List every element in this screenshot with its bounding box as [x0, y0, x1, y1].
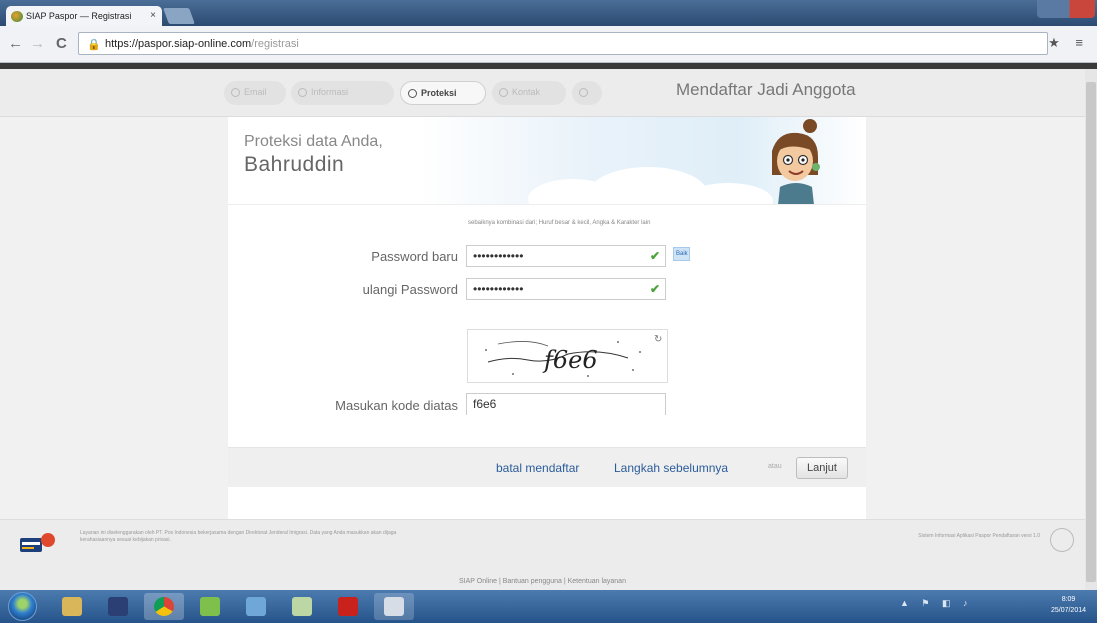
clock-time: 8:09 — [1061, 596, 1076, 603]
captcha-text: f6e6 — [542, 346, 598, 374]
registration-stepper: Email Informasi Proteksi Kontak Mendafta… — [0, 69, 1085, 117]
footer-links[interactable]: SIAP Online | Bantuan pengguna | Ketentu… — [0, 578, 1085, 585]
step-informasi: Informasi — [291, 81, 394, 105]
taskbar-chrome[interactable] — [144, 593, 184, 620]
seal-icon — [1050, 528, 1074, 552]
step-kontak: Kontak — [492, 81, 566, 105]
mascot-avatar — [772, 119, 820, 204]
user-name: Bahruddin — [244, 153, 345, 176]
taskbar-app-blue[interactable] — [236, 593, 276, 620]
taskbar-explorer[interactable] — [52, 593, 92, 620]
confirm-valid-check-icon: ✔ — [650, 282, 661, 296]
scrollbar-thumb[interactable] — [1086, 82, 1096, 582]
next-button[interactable]: Lanjut — [796, 457, 848, 479]
confirm-password-label: ulangi Password — [362, 282, 458, 297]
step-finish — [572, 81, 602, 105]
cancel-registration-link[interactable]: batal mendaftar — [496, 461, 579, 475]
password-hint: sebaiknya kombinasi dari; Huruf besar & … — [468, 220, 651, 226]
forward-icon[interactable]: → — [30, 35, 45, 52]
page-footer: Layanan ini diselenggarakan oleh PT. Pos… — [0, 519, 1085, 590]
taskbar-clock[interactable]: 8:09 25/07/2014 — [1046, 594, 1091, 616]
folder-icon — [62, 597, 82, 616]
page-title: Mendaftar Jadi Anggota — [676, 80, 856, 99]
step-email-icon — [231, 88, 240, 97]
chrome-icon — [154, 597, 174, 616]
confirm-password-field[interactable]: •••••••••••• — [466, 278, 666, 300]
form-actions: batal mendaftar Langkah sebelumnya atau … — [228, 447, 866, 487]
pdf-icon — [338, 597, 358, 616]
step-informasi-icon — [298, 88, 307, 97]
captcha-code-label: Masukan kode diatas — [335, 398, 458, 413]
window-icon — [384, 597, 404, 616]
clock-date: 25/07/2014 — [1050, 607, 1087, 614]
taskbar-media[interactable] — [98, 593, 138, 620]
step-finish-icon — [579, 88, 588, 97]
taskbar-app-window[interactable] — [374, 593, 414, 620]
step-informasi-label: Informasi — [311, 87, 349, 97]
url-path: /registrasi — [251, 38, 299, 50]
section-heading: Proteksi data Anda, — [244, 133, 383, 150]
captcha-image: f6e6 ↻ — [467, 329, 668, 383]
password-label: Password baru — [371, 249, 458, 264]
password-field[interactable]: •••••••••••• — [466, 245, 666, 267]
card-header: Proteksi data Anda, Bahruddin — [228, 117, 866, 205]
footer-disclaimer: Layanan ini diselenggarakan oleh PT. Pos… — [80, 530, 397, 543]
password-strength-badge: Baik — [673, 247, 690, 261]
start-button[interactable] — [8, 592, 37, 621]
browser-tab[interactable]: SIAP Paspor — Registrasi × — [6, 6, 162, 28]
pos-indonesia-logo — [20, 533, 55, 552]
step-proteksi-icon — [408, 89, 417, 98]
password-valid-check-icon: ✔ — [650, 249, 661, 263]
window-controls[interactable] — [1037, 0, 1095, 18]
step-kontak-icon — [499, 88, 508, 97]
system-tray-icons[interactable]: ▲ ⚑ ◧ ♪ — [900, 598, 972, 609]
reload-icon[interactable]: C — [56, 35, 67, 52]
lock-icon: 🔒 — [87, 39, 101, 51]
app-icon — [200, 597, 220, 616]
bookmark-menu-icons[interactable]: ★ ≡ — [1048, 35, 1089, 51]
tab-title: SIAP Paspor — Registrasi — [26, 11, 132, 21]
paint-icon — [292, 597, 312, 616]
taskbar-app-paint[interactable] — [282, 593, 322, 620]
page-content: Email Informasi Proteksi Kontak Mendafta… — [0, 69, 1085, 590]
step-kontak-label: Kontak — [512, 87, 541, 97]
media-player-icon — [108, 597, 128, 616]
url-host: https://paspor.siap-online.com — [105, 38, 252, 50]
captcha-refresh-icon[interactable]: ↻ — [654, 334, 662, 345]
tab-close-icon[interactable]: × — [150, 10, 156, 21]
window-titlebar: SIAP Paspor — Registrasi × — [0, 0, 1097, 28]
captcha-drawing: f6e6 — [485, 341, 641, 377]
actions-separator: atau — [768, 463, 782, 470]
new-tab-button[interactable] — [163, 8, 195, 24]
taskbar-app-green[interactable] — [190, 593, 230, 620]
browser-toolbar: ← → C 🔒 https://paspor.siap-online.com/r… — [0, 26, 1097, 63]
step-proteksi-label: Proteksi — [421, 88, 457, 98]
footer-version: Sistem Informasi Aplikasi Paspor Pendaft… — [918, 533, 1040, 539]
favicon-icon — [11, 11, 23, 22]
step-email: Email — [224, 81, 286, 105]
app-icon — [246, 597, 266, 616]
windows-taskbar: ▲ ⚑ ◧ ♪ 8:09 25/07/2014 — [0, 590, 1097, 623]
taskbar-pdf[interactable] — [328, 593, 368, 620]
step-email-label: Email — [244, 87, 267, 97]
address-bar[interactable]: 🔒 https://paspor.siap-online.com/registr… — [78, 32, 1048, 55]
captcha-code-input[interactable]: f6e6 — [466, 393, 666, 415]
step-proteksi: Proteksi — [400, 81, 486, 105]
back-icon[interactable]: ← — [8, 35, 23, 52]
registration-card: Proteksi data Anda, Bahruddin sebaiknya … — [228, 117, 866, 547]
previous-step-link[interactable]: Langkah sebelumnya — [614, 461, 728, 475]
